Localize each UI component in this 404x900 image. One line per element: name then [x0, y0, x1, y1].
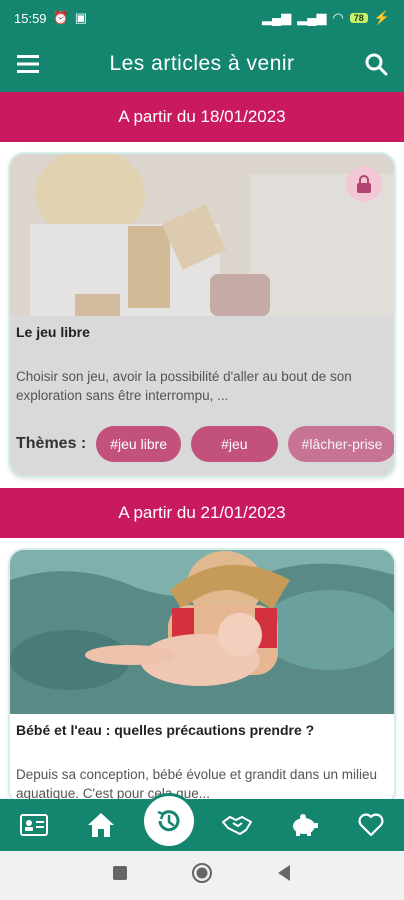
nav-home[interactable]	[77, 801, 125, 849]
home-system-button[interactable]	[191, 862, 213, 889]
article-image	[10, 154, 394, 316]
nav-partners[interactable]	[213, 801, 261, 849]
menu-button[interactable]	[0, 36, 56, 92]
article-title: Bébé et l'eau : quelles précautions pren…	[16, 721, 315, 738]
article-card[interactable]: Le jeu libre Choisir son jeu, avoir la p…	[10, 154, 394, 476]
recents-button[interactable]	[112, 865, 128, 886]
status-time: 15:59	[14, 10, 47, 26]
app-bar: Les articles à venir	[0, 36, 404, 92]
theme-chip[interactable]: #jeu	[191, 425, 278, 462]
back-triangle-icon	[278, 865, 291, 881]
article-excerpt: Depuis sa conception, bébé évolue et gra…	[16, 766, 377, 799]
handshake-icon	[221, 816, 252, 835]
section-header: A partir du 21/01/2023	[0, 487, 404, 538]
bottom-nav	[0, 796, 404, 851]
piggy-bank-icon	[292, 814, 318, 836]
article-image	[10, 549, 394, 714]
article-excerpt: Choisir son jeu, avoir la possibilité d'…	[16, 369, 352, 403]
battery-icon: 78	[349, 13, 368, 23]
menu-icon	[17, 55, 39, 73]
nav-history[interactable]	[143, 796, 194, 846]
charging-icon: ⚡	[373, 10, 390, 25]
theme-chip[interactable]: #jeu libre	[96, 425, 182, 462]
search-button[interactable]	[348, 36, 404, 92]
back-button[interactable]	[276, 864, 292, 887]
circle-icon	[191, 863, 212, 883]
lock-badge	[346, 166, 382, 202]
signal-icon: ▂▄▆	[262, 10, 292, 25]
home-icon	[87, 813, 114, 837]
square-icon	[112, 866, 127, 880]
heart-icon	[358, 813, 383, 837]
nav-favorites[interactable]	[347, 801, 395, 849]
id-card-icon	[19, 814, 48, 836]
alarm-icon: ⏰	[52, 10, 69, 25]
article-title: Le jeu libre	[16, 324, 90, 340]
search-icon	[365, 53, 388, 76]
wifi-icon: ◠	[332, 10, 344, 25]
article-card[interactable]: Bébé et l'eau : quelles précautions pren…	[10, 549, 394, 799]
history-icon	[157, 810, 179, 832]
articles-list[interactable]: A partir du 18/01/2023 Le jeu libre Choi…	[0, 92, 404, 799]
page-title: Les articles à venir	[109, 52, 295, 75]
lock-icon	[357, 175, 371, 193]
nav-savings[interactable]	[280, 801, 328, 849]
notification-icon: ▣	[74, 10, 88, 25]
system-nav-bar	[0, 851, 404, 900]
theme-chip[interactable]: #lâcher-prise	[287, 425, 394, 462]
section-header: A partir du 18/01/2023	[0, 92, 404, 142]
nav-profile[interactable]	[10, 801, 58, 849]
themes-row: Thèmes : #jeu libre #jeu #lâcher-prise	[10, 406, 394, 476]
status-bar: 15:59 ⏰ ▣ ▂▄▆ ▂▄▆ ◠ 78 ⚡	[0, 0, 404, 36]
signal-icon-2: ▂▄▆	[297, 10, 327, 25]
themes-label: Thèmes :	[16, 434, 87, 452]
